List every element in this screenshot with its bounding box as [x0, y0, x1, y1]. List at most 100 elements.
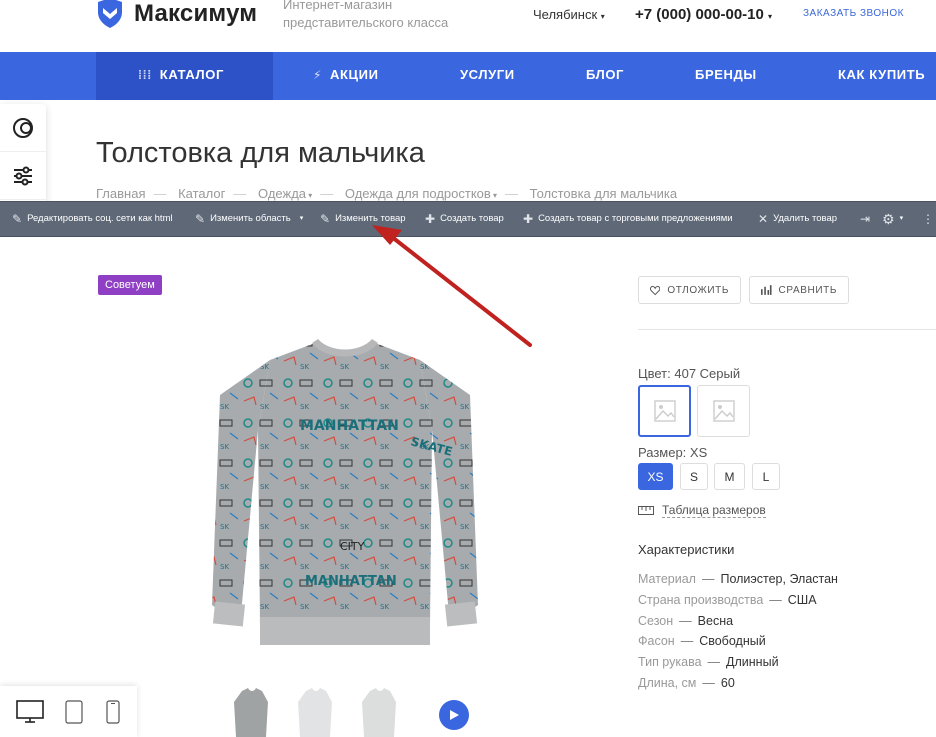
city-selector[interactable]: Челябинск ▾: [533, 7, 605, 22]
page-title: Толстовка для мальчика: [96, 137, 425, 169]
pin-button[interactable]: ⇥: [860, 202, 870, 236]
size-option-xs[interactable]: XS: [638, 463, 673, 490]
logo-text: Максимум: [134, 0, 258, 27]
product-image[interactable]: SK MANHATTAN SKATE CITY MANHATTAN: [200, 335, 490, 665]
nav-item-services[interactable]: УСЛУГИ: [460, 52, 515, 100]
char-key: Тип рукава: [638, 655, 702, 669]
compare-button[interactable]: СРАВНИТЬ: [749, 276, 849, 304]
chevron-down-icon: ▾: [899, 215, 904, 222]
char-row: Материал — Полиэстер, Эластан: [638, 572, 838, 586]
video-play-button[interactable]: [439, 700, 469, 730]
toolbar-label: Изменить область: [210, 213, 291, 224]
divider: [638, 329, 936, 330]
close-icon: ✕: [758, 212, 769, 226]
theme-icon: [13, 117, 33, 138]
edit-area-button[interactable]: ✎ Изменить область ▾: [195, 202, 303, 236]
nav-item-blog[interactable]: БЛОГ: [586, 52, 624, 100]
compare-label: СРАВНИТЬ: [778, 284, 837, 296]
phone-number[interactable]: +7 (000) 000-00-10 ▾: [635, 6, 772, 23]
gear-icon: ⚙: [882, 211, 895, 227]
size-label: Размер: XS: [638, 445, 708, 460]
thumbnail-1[interactable]: [232, 688, 270, 737]
char-value: Полиэстер, Эластан: [720, 572, 838, 586]
size-option-s[interactable]: S: [680, 463, 708, 490]
char-key: Материал: [638, 572, 696, 586]
thumbnail-2[interactable]: [296, 688, 334, 737]
desktop-icon[interactable]: [16, 699, 44, 724]
nav-item-promo[interactable]: ⚡ АКЦИИ: [313, 52, 379, 100]
nav-label: КАТАЛОГ: [159, 67, 224, 82]
phone-label: +7 (000) 000-00-10: [635, 6, 764, 23]
size-option-m[interactable]: M: [714, 463, 745, 490]
char-row: Длина, см —60: [638, 676, 735, 690]
pencil-icon: ✎: [320, 212, 331, 226]
size-table-label: Таблица размеров: [662, 503, 766, 518]
admin-toolbar: ✎ Редактировать соц. сети как html ✎ Измен…: [0, 201, 936, 237]
plus-icon: ✚: [425, 212, 436, 226]
play-icon: [450, 710, 459, 720]
device-preview-bar: [0, 686, 137, 737]
site-header: Максимум Интернет-магазин представительс…: [0, 0, 936, 52]
char-row: Страна производства — США: [638, 593, 817, 607]
mobile-icon[interactable]: [105, 699, 121, 724]
shield-logo-icon: [98, 0, 122, 28]
main-nav: ⁞⁞⁞ КАТАЛОГ ⚡ АКЦИИ УСЛУГИ БЛОГ БРЕНДЫ КАК…: [0, 52, 936, 100]
svg-text:MANHATTAN: MANHATTAN: [305, 574, 397, 589]
callback-link[interactable]: ЗАКАЗАТЬ ЗВОНОК: [803, 8, 904, 19]
char-value: Весна: [697, 614, 734, 628]
chevron-down-icon: ▾: [299, 215, 304, 222]
settings-button[interactable]: [0, 152, 46, 200]
breadcrumb: Главная — Каталог — Одежда ▾ — Одежда для п…: [96, 186, 678, 201]
sliders-icon: [14, 166, 32, 185]
char-value: 60: [720, 676, 735, 690]
char-value: США: [787, 593, 817, 607]
nav-label: АКЦИИ: [330, 67, 379, 82]
heart-icon: [650, 285, 661, 295]
breadcrumb-item[interactable]: Одежда для подростков: [345, 186, 491, 201]
toolbar-label: Удалить товар: [773, 213, 838, 224]
breadcrumb-item[interactable]: Одежда: [258, 186, 306, 201]
grid-icon: ⁞⁞⁞: [138, 68, 152, 82]
edit-product-button[interactable]: ✎ Изменить товар: [320, 202, 406, 236]
tablet-icon[interactable]: [64, 699, 84, 724]
svg-text:MANHATTAN: MANHATTAN: [300, 418, 399, 434]
bar-chart-icon: [761, 285, 772, 295]
nav-item-catalog[interactable]: ⁞⁞⁞ КАТАЛОГ: [96, 52, 273, 100]
chevron-down-icon: ▾: [600, 12, 605, 21]
edit-social-html-button[interactable]: ✎ Редактировать соц. сети как html: [12, 202, 173, 236]
char-row: Сезон — Весна: [638, 614, 734, 628]
char-value: Свободный: [699, 634, 766, 648]
recommend-badge: Советуем: [98, 275, 162, 295]
color-swatch-2[interactable]: [697, 385, 750, 437]
nav-item-how-to-buy[interactable]: КАК КУПИТЬ: [838, 52, 925, 100]
thumbnail-strip: [232, 688, 398, 737]
color-swatch-1[interactable]: [638, 385, 691, 437]
char-row: Тип рукава — Длинный: [638, 655, 779, 669]
drag-handle[interactable]: ⋮: [922, 202, 934, 236]
size-table-link[interactable]: Таблица размеров: [638, 503, 766, 518]
chevron-down-icon: ▾: [306, 191, 313, 200]
characteristics-title: Характеристики: [638, 542, 735, 557]
logo[interactable]: Максимум: [96, 0, 257, 28]
pencil-icon: ✎: [12, 212, 23, 226]
toolbar-label: Создать товар с торговыми предложениями: [538, 213, 733, 224]
size-option-l[interactable]: L: [752, 463, 780, 490]
tagline: Интернет-магазин представительского клас…: [283, 0, 449, 30]
delete-product-button[interactable]: ✕ Удалить товар: [758, 202, 837, 236]
toolbar-label: Изменить товар: [335, 213, 406, 224]
thumbnail-3[interactable]: [360, 688, 398, 737]
chevron-down-icon: ▾: [768, 12, 773, 21]
toolbar-label: Редактировать соц. сети как html: [27, 213, 173, 224]
nav-item-brands[interactable]: БРЕНДЫ: [695, 52, 757, 100]
create-product-button[interactable]: ✚ Создать товар: [425, 202, 504, 236]
plus-icon: ✚: [523, 212, 534, 226]
breadcrumb-item[interactable]: Каталог: [178, 186, 225, 201]
pencil-icon: ✎: [195, 212, 206, 226]
create-product-offers-button[interactable]: ✚ Создать товар с торговыми предложениями: [523, 202, 733, 236]
toolbar-label: Создать товар: [440, 213, 504, 224]
settings-gear-button[interactable]: ⚙ ▾: [882, 202, 903, 236]
breadcrumb-item[interactable]: Главная: [96, 186, 145, 201]
ruler-icon: [638, 506, 654, 515]
defer-button[interactable]: ОТЛОЖИТЬ: [638, 276, 741, 304]
theme-button[interactable]: [0, 104, 46, 152]
